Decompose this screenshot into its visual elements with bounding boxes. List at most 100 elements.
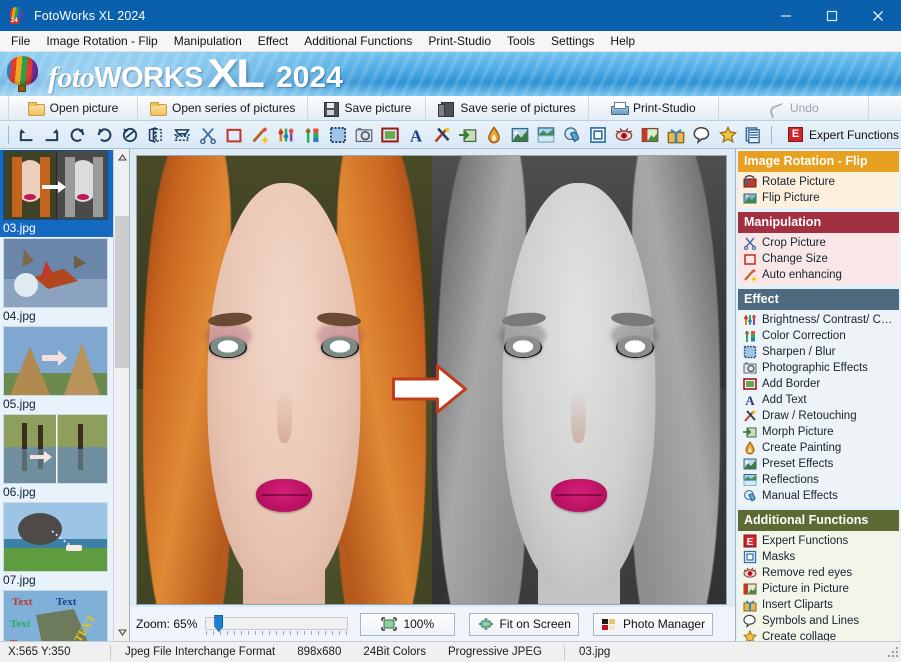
scroll-up-icon[interactable] [114, 149, 130, 166]
sidebar-item-brightness-contrast-color[interactable]: Brightness/ Contrast/ Color [738, 312, 899, 328]
thumbnail-item[interactable]: TextTextTextTextTEXT08.jpg [0, 590, 113, 641]
sidebar-item-add-text[interactable]: AAdd Text [738, 392, 899, 408]
sidebar-item-auto-enhancing[interactable]: Auto enhancing [738, 267, 899, 283]
brightness-contrast-icon[interactable] [273, 123, 299, 147]
sidebar-item-symbols-and-lines[interactable]: Symbols and Lines [738, 613, 899, 629]
open-picture-button[interactable]: Open picture [8, 96, 138, 120]
manual-effects-icon[interactable] [559, 123, 585, 147]
sidebar-item-rotate-picture[interactable]: Rotate Picture [738, 174, 899, 190]
scrollbar-track[interactable] [114, 166, 130, 624]
thumbnail-image[interactable] [3, 414, 108, 484]
sidebar-item-morph-picture[interactable]: Morph Picture [738, 424, 899, 440]
menu-settings[interactable]: Settings [543, 31, 602, 51]
menu-image-rotation-flip[interactable]: Image Rotation - Flip [38, 31, 165, 51]
sidebar-item-create-painting[interactable]: Create Painting [738, 440, 899, 456]
preset-effects-icon[interactable] [507, 123, 533, 147]
zoom-slider[interactable] [205, 614, 348, 634]
rotate-right-icon[interactable] [39, 123, 65, 147]
photo-manager-button[interactable]: Photo Manager [593, 613, 713, 636]
color-correction-icon[interactable] [299, 123, 325, 147]
sidebar-item-insert-cliparts[interactable]: Insert Cliparts [738, 597, 899, 613]
sidebar-group: Additional Functions EExpert FunctionsMas… [738, 510, 899, 641]
print-studio-button[interactable]: Print-Studio [589, 96, 719, 120]
rotate-ccw-icon[interactable] [91, 123, 117, 147]
sidebar-group-header[interactable]: Additional Functions [738, 510, 899, 531]
menu-file[interactable]: File [3, 31, 38, 51]
hot-air-balloon-icon [6, 54, 40, 94]
add-text-icon[interactable]: A [403, 123, 429, 147]
zoom-100-button[interactable]: 100% [360, 613, 455, 636]
thumbnail-item[interactable]: 04.jpg [0, 238, 113, 325]
save-picture-button[interactable]: Save picture [308, 96, 426, 120]
thumbnail-image[interactable] [3, 150, 108, 220]
sidebar-item-reflections[interactable]: Reflections [738, 472, 899, 488]
rotate-left-icon[interactable] [13, 123, 39, 147]
auto-enhance-wand-icon[interactable] [247, 123, 273, 147]
sidebar-group-header[interactable]: Image Rotation - Flip [738, 151, 899, 172]
menu-additional-functions[interactable]: Additional Functions [296, 31, 420, 51]
rotate-cw-icon[interactable] [65, 123, 91, 147]
scroll-down-icon[interactable] [114, 624, 130, 641]
sidebar-item-create-collage[interactable]: Create collage [738, 629, 899, 641]
create-painting-icon[interactable] [481, 123, 507, 147]
thumbnail-item[interactable]: 03.jpg [0, 150, 113, 237]
open-series-of-pictures-button[interactable]: Open series of pictures [138, 96, 308, 120]
minimize-button[interactable] [763, 0, 809, 31]
menu-effect[interactable]: Effect [250, 31, 296, 51]
image-canvas[interactable] [136, 155, 727, 605]
morph-picture-icon[interactable] [455, 123, 481, 147]
thumbnail-image[interactable] [3, 326, 108, 396]
sharpen-blur-icon[interactable] [325, 123, 351, 147]
close-button[interactable] [855, 0, 901, 31]
thumbnail-item[interactable]: 07.jpg [0, 502, 113, 589]
sidebar-item-add-border[interactable]: Add Border [738, 376, 899, 392]
thumbnail-image[interactable]: TextTextTextTextTEXT [3, 590, 108, 641]
menu-tools[interactable]: Tools [499, 31, 543, 51]
menu-print-studio[interactable]: Print-Studio [420, 31, 499, 51]
thumbnail-image[interactable] [3, 502, 108, 572]
sidebar-item-change-size[interactable]: Change Size [738, 251, 899, 267]
sidebar-item-sharpen-blur[interactable]: Sharpen / Blur [738, 344, 899, 360]
sidebar-item-preset-effects[interactable]: Preset Effects [738, 456, 899, 472]
photographic-effects-icon[interactable] [351, 123, 377, 147]
reflections-icon[interactable] [533, 123, 559, 147]
menu-help[interactable]: Help [602, 31, 643, 51]
sidebar-group-header[interactable]: Effect [738, 289, 899, 310]
add-border-icon[interactable] [377, 123, 403, 147]
sidebar-item-expert-functions[interactable]: EExpert Functions [738, 533, 899, 549]
sidebar-item-manual-effects[interactable]: Manual Effects [738, 488, 899, 504]
batch-processing-icon[interactable] [741, 123, 767, 147]
sidebar-item-masks[interactable]: Masks [738, 549, 899, 565]
fit-on-screen-button[interactable]: Fit on Screen [469, 613, 579, 636]
scrollbar-thumb[interactable] [115, 216, 130, 368]
thumbnail-item[interactable]: 05.jpg [0, 326, 113, 413]
masks-icon[interactable] [585, 123, 611, 147]
expert-functions-toolbar-button[interactable]: E Expert Functions [780, 125, 901, 144]
create-collage-icon[interactable] [715, 123, 741, 147]
rotate-free-icon[interactable] [117, 123, 143, 147]
crop-scissors-icon[interactable] [195, 123, 221, 147]
thumbnail-image[interactable] [3, 238, 108, 308]
maximize-button[interactable] [809, 0, 855, 31]
save-serie-of-pictures-button[interactable]: Save serie of pictures [426, 96, 588, 120]
insert-cliparts-icon[interactable] [663, 123, 689, 147]
sidebar-item-flip-picture[interactable]: Flip Picture [738, 190, 899, 206]
resize-grip[interactable] [885, 645, 899, 659]
remove-red-eyes-icon[interactable] [611, 123, 637, 147]
flip-vertical-icon[interactable] [143, 123, 169, 147]
sidebar-item-draw-retouching[interactable]: Draw / Retouching [738, 408, 899, 424]
picture-in-picture-icon[interactable] [637, 123, 663, 147]
menu-manipulation[interactable]: Manipulation [166, 31, 250, 51]
draw-retouching-icon[interactable] [429, 123, 455, 147]
sidebar-item-remove-red-eyes[interactable]: Remove red eyes [738, 565, 899, 581]
thumbnail-item[interactable]: 06.jpg [0, 414, 113, 501]
symbols-and-lines-icon[interactable] [689, 123, 715, 147]
change-size-icon[interactable] [221, 123, 247, 147]
flip-horizontal-icon[interactable] [169, 123, 195, 147]
sidebar-item-photographic-effects[interactable]: Photographic Effects [738, 360, 899, 376]
sidebar-item-picture-in-picture[interactable]: Picture in Picture [738, 581, 899, 597]
thumbnail-scrollbar[interactable] [113, 149, 130, 641]
sidebar-item-color-correction[interactable]: Color Correction [738, 328, 899, 344]
sidebar-item-crop-picture[interactable]: Crop Picture [738, 235, 899, 251]
sidebar-group-header[interactable]: Manipulation [738, 212, 899, 233]
